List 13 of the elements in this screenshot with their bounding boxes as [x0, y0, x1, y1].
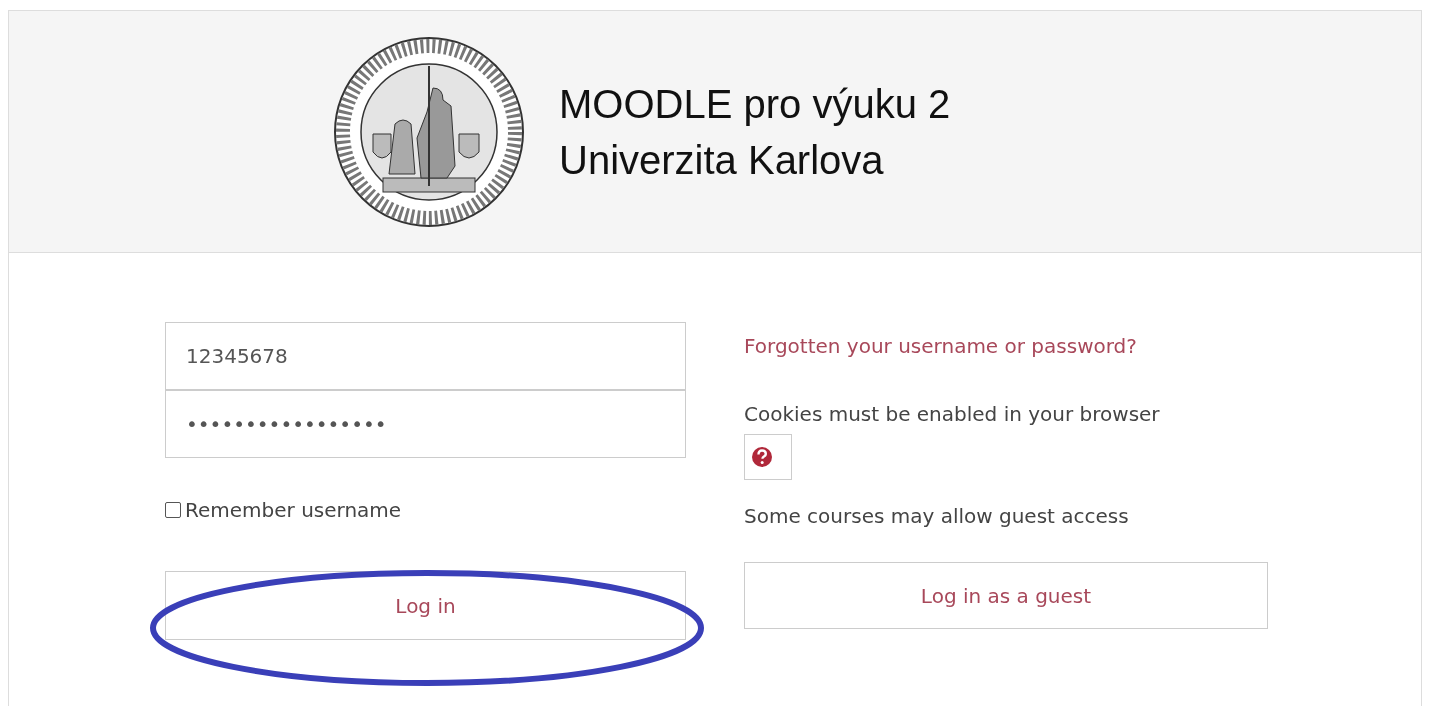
login-button[interactable]: Log in [165, 571, 686, 640]
guest-access-notice: Some courses may allow guest access [744, 504, 1129, 528]
cookies-notice: Cookies must be enabled in your browser [744, 402, 1160, 426]
help-button[interactable] [744, 434, 792, 480]
help-icon [751, 446, 773, 468]
password-field[interactable]: ••••••••••••••••• [165, 390, 686, 458]
site-title: MOODLE pro výuku 2 [559, 80, 951, 128]
forgot-password-link[interactable]: Forgotten your username or password? [744, 334, 1137, 358]
username-field[interactable]: 12345678 [165, 322, 686, 390]
guest-login-button[interactable]: Log in as a guest [744, 562, 1268, 629]
checkbox[interactable] [165, 502, 181, 518]
checkbox-label: Remember username [185, 498, 402, 522]
site-title: Univerzita Karlova [559, 136, 885, 184]
